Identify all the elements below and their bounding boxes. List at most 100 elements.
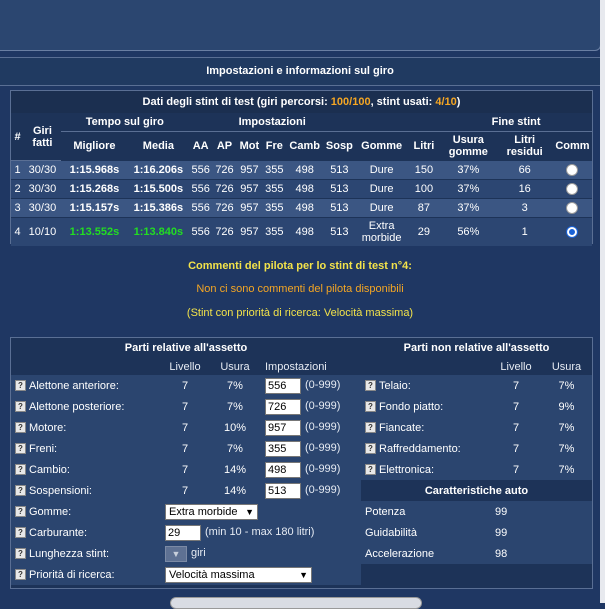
help-icon[interactable]: ? (15, 527, 26, 539)
row-fuel-left: 3 (496, 198, 553, 218)
research-priority-select[interactable]: Velocità massima ▼ (165, 566, 312, 583)
help-icon[interactable]: ? (15, 506, 26, 518)
help-icon[interactable]: ? (15, 422, 26, 434)
suspension-input[interactable]: 513 (265, 482, 301, 499)
col-tyres: Gomme (361, 140, 403, 152)
part-level: 7 (161, 417, 209, 438)
row-fuel: 150 (407, 160, 441, 180)
row-wear: 37% (440, 179, 497, 199)
comment-radio[interactable] (566, 164, 579, 177)
row-fre: 355 (262, 198, 287, 218)
comment-radio-selected[interactable] (566, 226, 579, 239)
other-part-wear: 7% (541, 417, 592, 438)
row-fre: 355 (262, 160, 287, 180)
help-icon[interactable]: ? (365, 422, 376, 434)
stint-table-title: Dati degli stint di test (giri percorsi:… (11, 91, 592, 113)
row-ap: 726 (212, 198, 237, 218)
part-range: (0-999) (305, 421, 341, 434)
car-stat-label: Accelerazione (361, 543, 491, 564)
row-fre: 355 (262, 217, 287, 246)
setup-parts-title: Parti relative all'assetto (124, 342, 248, 354)
row-aa: 556 (188, 179, 213, 199)
stint-length-select[interactable]: ▼ (165, 545, 187, 562)
car-stat-label: Guidabilità (361, 522, 491, 543)
front-wing-input[interactable]: 556 (265, 377, 301, 394)
row-avg: 1:15.500s (128, 179, 189, 199)
part-wear: 14% (209, 459, 261, 480)
scrollbar[interactable] (600, 0, 605, 603)
comments-text: Non ci sono commenti del pilota disponib… (196, 283, 404, 295)
brakes-input[interactable]: 355 (265, 440, 301, 457)
part-label: Cambio: (29, 463, 70, 476)
part-range: (0-999) (305, 442, 341, 455)
stint-table: Dati degli stint di test (giri percorsi:… (11, 91, 592, 246)
submit-button[interactable] (170, 597, 422, 609)
row-mot: 957 (236, 160, 263, 180)
stint-length-unit: giri (191, 547, 206, 560)
part-level: 7 (161, 438, 209, 459)
stint-length-label: Lunghezza stint: (29, 547, 110, 560)
row-fuel: 87 (407, 198, 441, 218)
comments-title: Commenti del pilota per lo stint di test… (188, 260, 412, 272)
gearbox-input[interactable]: 498 (265, 461, 301, 478)
row-wear: 37% (440, 198, 497, 218)
help-icon[interactable]: ? (15, 569, 26, 581)
help-icon[interactable]: ? (15, 485, 26, 497)
setup-table: Parti relative all'assetto Parti non rel… (11, 338, 592, 585)
part-label: Motore: (29, 421, 67, 434)
part-label: Freni: (29, 442, 58, 455)
row-tyres: Dure (355, 198, 408, 218)
engine-input[interactable]: 957 (265, 419, 301, 436)
other-part-level: 7 (491, 417, 541, 438)
part-level: 7 (161, 459, 209, 480)
row-sosp: 513 (323, 160, 356, 180)
help-icon[interactable]: ? (365, 443, 376, 455)
setup-row: ? Lunghezza stint: ▼ giri Accelerazione 98 (11, 543, 592, 564)
tyres-select-value: Extra morbide (169, 505, 238, 518)
row-mot: 957 (236, 198, 263, 218)
row-num: 1 (11, 160, 24, 180)
help-icon[interactable]: ? (15, 380, 26, 392)
fuel-input[interactable]: 29 (165, 524, 201, 541)
table-row: 4 10/10 1:13.552s 1:13.840s 556 726 957 … (11, 217, 592, 246)
row-best: 1:15.968s (60, 160, 129, 180)
row-laps: 30/30 (24, 179, 61, 199)
help-icon[interactable]: ? (15, 401, 26, 413)
col-end-stint: Fine stint (440, 113, 592, 132)
row-wear: 37% (440, 160, 497, 180)
part-range: (0-999) (305, 400, 341, 413)
help-icon[interactable]: ? (15, 443, 26, 455)
car-stat-value: 99 (491, 522, 592, 543)
comment-radio[interactable] (566, 183, 579, 196)
other-part-level: 7 (491, 438, 541, 459)
part-range: (0-999) (305, 484, 341, 497)
row-wear: 56% (440, 217, 497, 246)
row-best: 1:15.157s (60, 198, 129, 218)
row-tyres: Dure (355, 179, 408, 199)
comment-radio[interactable] (566, 202, 579, 215)
part-level: 7 (161, 396, 209, 417)
row-best: 1:13.552s (60, 217, 129, 246)
col-fre: Fre (265, 140, 283, 152)
part-wear: 7% (209, 375, 261, 396)
table-row: 2 30/30 1:15.268s 1:15.500s 556 726 957 … (11, 179, 592, 199)
row-camb: 498 (286, 198, 324, 218)
row-tyres: Extra morbide (355, 217, 408, 246)
row-aa: 556 (188, 217, 213, 246)
row-ap: 726 (212, 179, 237, 199)
tyres-select[interactable]: Extra morbide ▼ (165, 503, 258, 520)
setup-row: ? Freni: 7 7% 355 (0-999) ? Raffreddamento:… (11, 438, 592, 459)
part-wear: 7% (209, 396, 261, 417)
row-avg: 1:15.386s (128, 198, 189, 218)
rear-wing-input[interactable]: 726 (265, 398, 301, 415)
help-icon[interactable]: ? (15, 548, 26, 560)
help-icon[interactable]: ? (365, 380, 376, 392)
fuel-range: (min 10 - max 180 litri) (205, 526, 315, 539)
col-fuel: Litri (413, 140, 435, 152)
help-icon[interactable]: ? (15, 464, 26, 476)
help-icon[interactable]: ? (365, 401, 376, 413)
help-icon[interactable]: ? (365, 464, 376, 476)
part-label: Sospensioni: (29, 484, 92, 497)
chevron-down-icon: ▼ (245, 506, 254, 517)
other-part-label: Fondo piatto: (379, 400, 444, 413)
